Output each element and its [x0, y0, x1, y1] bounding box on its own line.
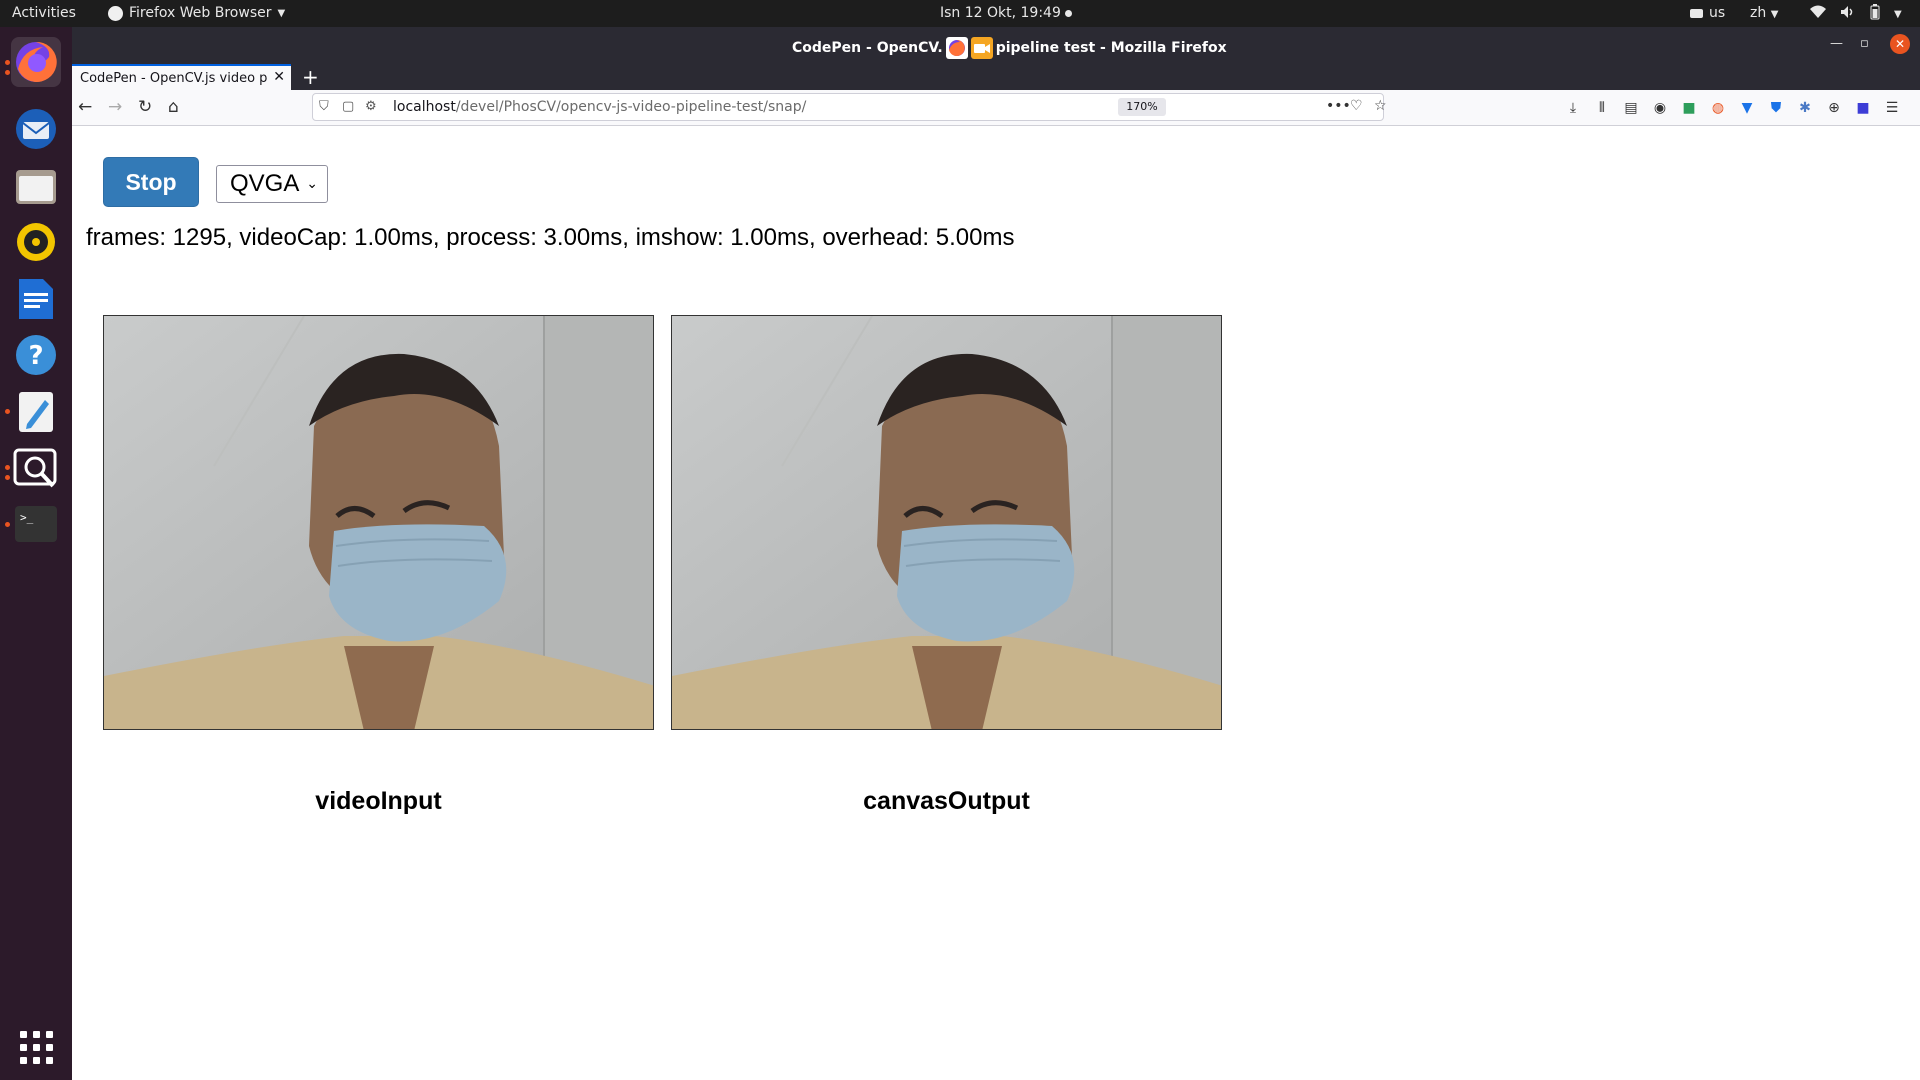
running-indicator [5, 522, 10, 527]
extension-puzzle-icon[interactable]: ✱ [1796, 99, 1814, 117]
resolution-select-value: QVGA [230, 170, 300, 197]
webcam-image [104, 316, 653, 729]
window-title-right: pipeline test - Mozilla Firefox [995, 40, 1227, 56]
show-applications-icon[interactable] [20, 1031, 53, 1064]
keyboard-layout-label: us [1709, 5, 1726, 21]
page-info-icon[interactable]: ▢ [342, 99, 354, 114]
dock-firefox-icon[interactable] [11, 37, 61, 87]
svg-text:>_: >_ [20, 511, 34, 524]
running-indicator [5, 475, 10, 480]
sharing-indicator [945, 37, 993, 59]
tab-label: CodePen - OpenCV.js video p [80, 70, 268, 86]
timing-stats: frames: 1295, videoCap: 1.00ms, process:… [86, 224, 1015, 251]
close-window-button[interactable]: ✕ [1890, 34, 1910, 54]
keyboard-icon [1690, 8, 1703, 18]
sidebar-icon[interactable]: ▤ [1622, 99, 1640, 117]
dock-terminal-icon[interactable]: >_ [11, 499, 61, 549]
dock-rhythmbox-icon[interactable] [11, 217, 61, 267]
running-indicator [5, 409, 10, 414]
zoom-indicator[interactable]: 170% [1118, 98, 1166, 116]
ubuntu-dock: ? >_ [0, 27, 72, 1080]
minimize-icon[interactable]: — [1830, 36, 1843, 51]
dock-libreoffice-writer-icon[interactable] [11, 274, 61, 324]
tracking-shield-icon[interactable]: ⛉ [319, 99, 329, 114]
notification-dot-icon [1065, 10, 1072, 17]
home-icon[interactable]: ⌂ [168, 97, 179, 117]
url-host: localhost [393, 99, 456, 115]
chevron-down-icon: ▼ [1770, 9, 1779, 20]
chevron-down-icon: ▼ [277, 7, 286, 19]
input-method-indicator[interactable]: zh ▼ [1750, 5, 1778, 21]
webcam-image-processed [672, 316, 1221, 729]
maximize-icon[interactable]: ▫ [1860, 36, 1869, 51]
dock-screenshot-icon[interactable] [11, 443, 61, 493]
back-icon[interactable]: ← [78, 97, 92, 117]
url-text[interactable]: localhost/devel/PhosCV/opencv-js-video-p… [393, 99, 806, 115]
running-indicator [5, 70, 10, 75]
bookmark-star-icon[interactable]: ☆ [1374, 98, 1387, 114]
extension-bitwarden-icon[interactable]: ■ [1854, 99, 1872, 117]
canvas-output-caption: canvasOutput [863, 787, 1030, 815]
forward-icon[interactable]: → [108, 97, 122, 117]
extension-orange-icon[interactable]: ◍ [1709, 99, 1727, 117]
stop-button[interactable]: Stop [103, 157, 199, 207]
clock[interactable]: Isn 12 Okt, 19:49 [940, 5, 1061, 21]
svg-text:?: ? [28, 341, 43, 371]
url-bar[interactable]: ⛉ ▢ ⚙ localhost/devel/PhosCV/opencv-js-v… [312, 93, 1387, 121]
page-content: Stop QVGA ⌄ frames: 1295, videoCap: 1.00… [72, 127, 1920, 1080]
volume-icon [1840, 5, 1856, 23]
reload-icon[interactable]: ↻ [138, 97, 152, 117]
window-title-left: CodePen - OpenCV. [792, 40, 943, 56]
tab-strip: CodePen - OpenCV.js video p ✕ + [72, 64, 1920, 90]
battery-icon [1870, 4, 1880, 24]
system-menu[interactable]: ▼ [1810, 4, 1902, 24]
keyboard-indicator[interactable]: us [1690, 5, 1725, 21]
dock-help-icon[interactable]: ? [11, 330, 61, 380]
running-indicator [5, 60, 10, 65]
dock-files-icon[interactable] [11, 161, 61, 211]
firefox-mini-icon [108, 5, 123, 21]
window-title: CodePen - OpenCV. pipeline test - Mozill… [792, 37, 1227, 59]
navigation-toolbar: ← → ↻ ⌂ ⛉ ▢ ⚙ localhost/devel/PhosCV/ope… [72, 90, 1920, 126]
gnome-top-bar: Activities Firefox Web Browser ▼ Isn 12 … [0, 0, 1920, 27]
canvas-output-frame [671, 315, 1222, 730]
firefox-sharing-icon [945, 37, 968, 59]
toolbar-extensions: ⤓ ⫴ ▤ ◉ ■ ◍ ▼ ⛊ ✱ ⊕ ■ ☰ [1564, 99, 1901, 117]
url-path: /devel/PhosCV/opencv-js-video-pipeline-t… [455, 99, 807, 115]
permissions-icon[interactable]: ⚙ [365, 99, 377, 114]
running-indicator [5, 465, 10, 470]
tab-codepen[interactable]: CodePen - OpenCV.js video p ✕ [72, 64, 291, 90]
extension-vue-icon[interactable]: ▼ [1738, 99, 1756, 117]
chevron-down-icon: ▼ [1894, 8, 1902, 20]
pocket-icon[interactable]: ♡ [1350, 98, 1363, 114]
app-menu-label: Firefox Web Browser [129, 5, 272, 21]
page-actions-icon[interactable]: ••• [1326, 98, 1351, 114]
input-method-label: zh [1750, 5, 1767, 21]
window-titlebar[interactable]: CodePen - OpenCV. pipeline test - Mozill… [72, 27, 1920, 64]
video-input-caption: videoInput [315, 787, 442, 815]
app-menu[interactable]: Firefox Web Browser ▼ [108, 5, 285, 21]
extension-s-icon[interactable]: ■ [1680, 99, 1698, 117]
chevron-down-icon: ⌄ [306, 175, 318, 191]
menu-icon[interactable]: ☰ [1883, 99, 1901, 117]
camera-sharing-icon [970, 37, 993, 59]
resolution-select[interactable]: QVGA ⌄ [216, 165, 328, 203]
library-icon[interactable]: ⫴ [1593, 99, 1611, 117]
extension-globe-icon[interactable]: ⊕ [1825, 99, 1843, 117]
downloads-icon[interactable]: ⤓ [1564, 99, 1582, 117]
video-input-frame [103, 315, 654, 730]
firefox-window: CodePen - OpenCV. pipeline test - Mozill… [72, 27, 1920, 1080]
wifi-icon [1810, 5, 1826, 23]
extension-shield-icon[interactable]: ⛊ [1767, 99, 1785, 117]
new-tab-button[interactable]: + [302, 65, 319, 89]
account-icon[interactable]: ◉ [1651, 99, 1669, 117]
dock-text-editor-icon[interactable] [11, 387, 61, 437]
activities-button[interactable]: Activities [12, 5, 76, 21]
tab-close-icon[interactable]: ✕ [273, 69, 285, 85]
dock-thunderbird-icon[interactable] [11, 104, 61, 154]
